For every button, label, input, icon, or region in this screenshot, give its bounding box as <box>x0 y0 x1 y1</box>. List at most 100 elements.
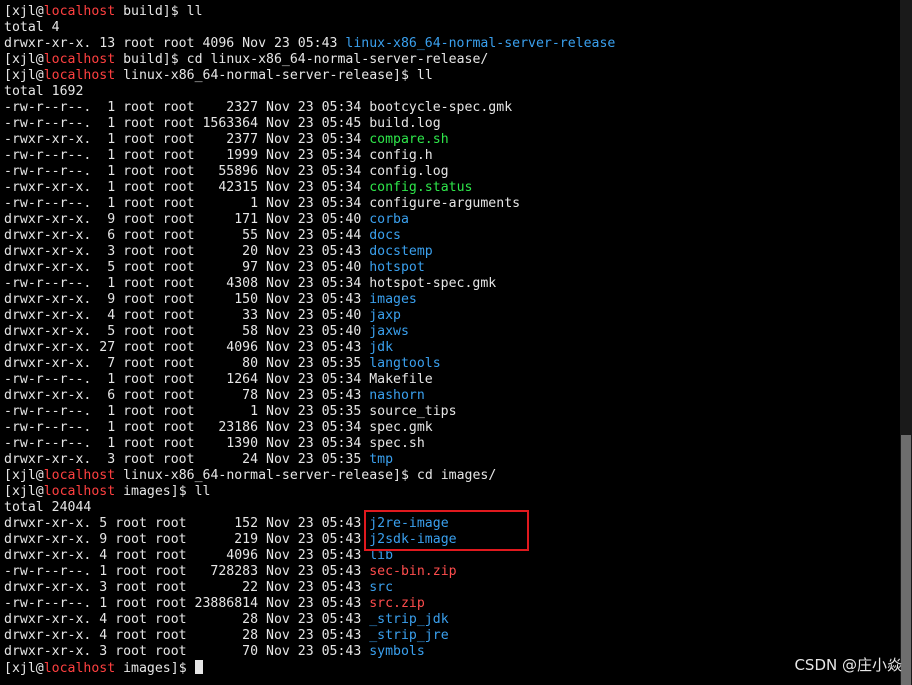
line-text: drwxr-xr-x. 6 root root 55 Nov 23 05:44 <box>4 228 370 243</box>
directory-name: src <box>369 580 394 595</box>
terminal-line: total 1692 <box>4 84 898 100</box>
line-text: drwxr-xr-x. 13 root root 4096 Nov 23 05:… <box>4 36 346 51</box>
line-text: total 24044 <box>4 500 92 515</box>
directory-name: corba <box>369 212 409 227</box>
line-text: linux-x86_64-normal-server-release]$ ll <box>115 68 433 83</box>
line-text: -rw-r--r--. 1 root root 2327 Nov 23 05:3… <box>4 100 513 115</box>
terminal-line: -rw-r--r--. 1 root root 23886814 Nov 23 … <box>4 596 898 612</box>
terminal-line: -rw-r--r--. 1 root root 1 Nov 23 05:35 s… <box>4 404 898 420</box>
line-text: drwxr-xr-x. 4 root root 33 Nov 23 05:40 <box>4 308 370 323</box>
archive-name: src.zip <box>369 596 425 611</box>
terminal-line: -rwxr-xr-x. 1 root root 2377 Nov 23 05:3… <box>4 132 898 148</box>
terminal-line: -rwxr-xr-x. 1 root root 42315 Nov 23 05:… <box>4 180 898 196</box>
line-text: -rw-r--r--. 1 root root 4308 Nov 23 05:3… <box>4 276 497 291</box>
cursor <box>194 660 203 674</box>
terminal-line: drwxr-xr-x. 3 root root 24 Nov 23 05:35 … <box>4 452 898 468</box>
line-text: drwxr-xr-x. 3 root root 70 Nov 23 05:43 <box>4 644 370 659</box>
line-text: [xjl@ <box>4 661 44 676</box>
line-text: drwxr-xr-x. 7 root root 80 Nov 23 05:35 <box>4 356 370 371</box>
directory-name: docs <box>369 228 401 243</box>
line-text: [xjl@ <box>4 4 44 19</box>
line-text: -rwxr-xr-x. 1 root root 2377 Nov 23 05:3… <box>4 132 370 147</box>
directory-name: jaxws <box>369 324 409 339</box>
scrollbar-thumb[interactable] <box>901 435 911 685</box>
scrollbar[interactable] <box>900 0 912 685</box>
line-text: drwxr-xr-x. 9 root root 171 Nov 23 05:40 <box>4 212 370 227</box>
line-text: -rw-r--r--. 1 root root 728283 Nov 23 05… <box>4 564 370 579</box>
directory-name: nashorn <box>369 388 425 403</box>
terminal-line: total 4 <box>4 20 898 36</box>
line-text: -rw-r--r--. 1 root root 23186 Nov 23 05:… <box>4 420 433 435</box>
terminal-line: -rw-r--r--. 1 root root 1390 Nov 23 05:3… <box>4 436 898 452</box>
directory-name: jdk <box>369 340 394 355</box>
watermark: CSDN @庄小焱 <box>794 656 902 674</box>
directory-name: _strip_jdk <box>369 612 449 627</box>
directory-name: linux-x86_64-normal-server-release <box>345 36 616 51</box>
terminal-line: -rw-r--r--. 1 root root 728283 Nov 23 05… <box>4 564 898 580</box>
directory-name: tmp <box>369 452 394 467</box>
terminal-line: [xjl@localhost images]$ <box>4 660 898 676</box>
hostname-text: localhost <box>43 4 116 19</box>
terminal-line: drwxr-xr-x. 6 root root 78 Nov 23 05:43 … <box>4 388 898 404</box>
line-text: -rw-r--r--. 1 root root 1563364 Nov 23 0… <box>4 116 441 131</box>
line-text: -rw-r--r--. 1 root root 1999 Nov 23 05:3… <box>4 148 433 163</box>
line-text: -rw-r--r--. 1 root root 55896 Nov 23 05:… <box>4 164 449 179</box>
line-text: -rw-r--r--. 1 root root 1264 Nov 23 05:3… <box>4 372 433 387</box>
terminal-output[interactable]: [xjl@localhost build]$ ll total 4 drwxr-xr… <box>4 4 898 676</box>
archive-name: sec-bin.zip <box>369 564 457 579</box>
terminal-line: -rw-r--r--. 1 root root 1 Nov 23 05:34 c… <box>4 196 898 212</box>
terminal-line: drwxr-xr-x. 4 root root 28 Nov 23 05:43 … <box>4 628 898 644</box>
line-text: drwxr-xr-x. 5 root root 58 Nov 23 05:40 <box>4 324 370 339</box>
terminal-line: drwxr-xr-x. 5 root root 97 Nov 23 05:40 … <box>4 260 898 276</box>
line-text: build]$ ll <box>115 4 203 19</box>
line-text: drwxr-xr-x. 4 root root 4096 Nov 23 05:4… <box>4 548 370 563</box>
terminal-line: -rw-r--r--. 1 root root 2327 Nov 23 05:3… <box>4 100 898 116</box>
terminal-line: drwxr-xr-x. 3 root root 70 Nov 23 05:43 … <box>4 644 898 660</box>
terminal-line: -rw-r--r--. 1 root root 23186 Nov 23 05:… <box>4 420 898 436</box>
directory-name: symbols <box>369 644 425 659</box>
terminal-line: drwxr-xr-x. 9 root root 150 Nov 23 05:43… <box>4 292 898 308</box>
terminal-line: drwxr-xr-x. 6 root root 55 Nov 23 05:44 … <box>4 228 898 244</box>
terminal-line: drwxr-xr-x. 5 root root 58 Nov 23 05:40 … <box>4 324 898 340</box>
executable-name: config.status <box>369 180 473 195</box>
terminal-line: drwxr-xr-x. 4 root root 28 Nov 23 05:43 … <box>4 612 898 628</box>
terminal-line: drwxr-xr-x. 7 root root 80 Nov 23 05:35 … <box>4 356 898 372</box>
terminal-line: drwxr-xr-x. 4 root root 33 Nov 23 05:40 … <box>4 308 898 324</box>
directory-name: jaxp <box>369 308 401 323</box>
terminal-line: [xjl@localhost linux-x86_64-normal-serve… <box>4 468 898 484</box>
directory-name: images <box>369 292 417 307</box>
line-text: drwxr-xr-x. 9 root root 150 Nov 23 05:43 <box>4 292 370 307</box>
line-text: [xjl@ <box>4 52 44 67</box>
terminal-line: [xjl@localhost images]$ ll <box>4 484 898 500</box>
line-text: -rwxr-xr-x. 1 root root 42315 Nov 23 05:… <box>4 180 370 195</box>
line-text: drwxr-xr-x. 5 root root 97 Nov 23 05:40 <box>4 260 370 275</box>
line-text: -rw-r--r--. 1 root root 1 Nov 23 05:34 c… <box>4 196 521 211</box>
line-text: images]$ ll <box>115 484 211 499</box>
line-text: -rw-r--r--. 1 root root 1 Nov 23 05:35 s… <box>4 404 457 419</box>
terminal-line: [xjl@localhost linux-x86_64-normal-serve… <box>4 68 898 84</box>
line-text: -rw-r--r--. 1 root root 1390 Nov 23 05:3… <box>4 436 425 451</box>
directory-name: langtools <box>369 356 441 371</box>
terminal-line: drwxr-xr-x. 27 root root 4096 Nov 23 05:… <box>4 340 898 356</box>
terminal-line: -rw-r--r--. 1 root root 1999 Nov 23 05:3… <box>4 148 898 164</box>
terminal-line: [xjl@localhost build]$ ll <box>4 4 898 20</box>
line-text: linux-x86_64-normal-server-release]$ cd … <box>115 468 497 483</box>
line-text: drwxr-xr-x. 3 root root 24 Nov 23 05:35 <box>4 452 370 467</box>
terminal-line: -rw-r--r--. 1 root root 55896 Nov 23 05:… <box>4 164 898 180</box>
line-text: drwxr-xr-x. 3 root root 22 Nov 23 05:43 <box>4 580 370 595</box>
line-text: [xjl@ <box>4 468 44 483</box>
hostname-text: localhost <box>43 661 116 676</box>
line-text: drwxr-xr-x. 5 root root 152 Nov 23 05:43 <box>4 516 370 531</box>
line-text: drwxr-xr-x. 27 root root 4096 Nov 23 05:… <box>4 340 370 355</box>
directory-name: hotspot <box>369 260 425 275</box>
terminal-line: -rw-r--r--. 1 root root 4308 Nov 23 05:3… <box>4 276 898 292</box>
line-text: drwxr-xr-x. 4 root root 28 Nov 23 05:43 <box>4 612 370 627</box>
terminal-line: -rw-r--r--. 1 root root 1264 Nov 23 05:3… <box>4 372 898 388</box>
hostname-text: localhost <box>43 68 116 83</box>
line-text: -rw-r--r--. 1 root root 23886814 Nov 23 … <box>4 596 370 611</box>
line-text: total 4 <box>4 20 60 35</box>
line-text: build]$ cd linux-x86_64-normal-server-re… <box>115 52 489 67</box>
line-text: drwxr-xr-x. 3 root root 20 Nov 23 05:43 <box>4 244 370 259</box>
line-text: [xjl@ <box>4 484 44 499</box>
terminal-line: drwxr-xr-x. 13 root root 4096 Nov 23 05:… <box>4 36 898 52</box>
